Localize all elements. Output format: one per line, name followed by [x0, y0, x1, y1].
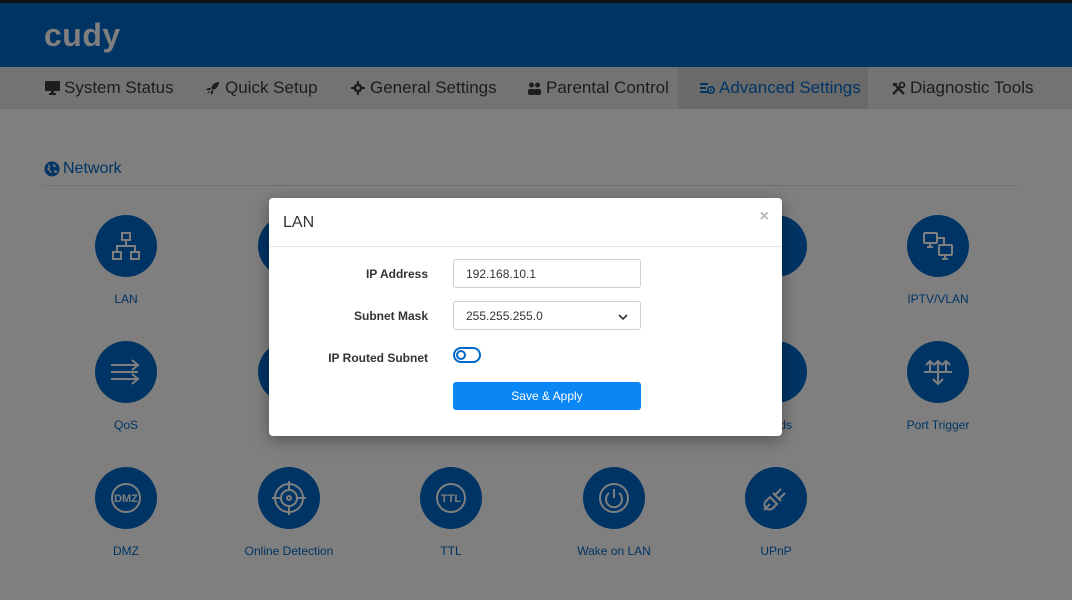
modal-title: LAN — [283, 214, 315, 231]
toggle-knob — [456, 350, 466, 360]
subnet-mask-label: Subnet Mask — [353, 309, 428, 323]
chevron-down-icon — [618, 311, 628, 321]
ip-address-label: IP Address — [365, 267, 428, 281]
lan-modal: LAN × IP Address 192.168.10.1 Subnet Mas… — [269, 198, 782, 436]
subnet-mask-value: 255.255.255.0 — [466, 308, 543, 323]
close-icon[interactable]: × — [760, 208, 769, 226]
ip-routed-subnet-label: IP Routed Subnet — [328, 351, 428, 365]
ip-routed-subnet-toggle[interactable] — [453, 347, 481, 363]
save-apply-button[interactable]: Save & Apply — [453, 382, 641, 410]
modal-divider — [269, 246, 782, 247]
ip-address-input[interactable]: 192.168.10.1 — [453, 259, 641, 288]
subnet-mask-select[interactable]: 255.255.255.0 — [453, 301, 641, 330]
